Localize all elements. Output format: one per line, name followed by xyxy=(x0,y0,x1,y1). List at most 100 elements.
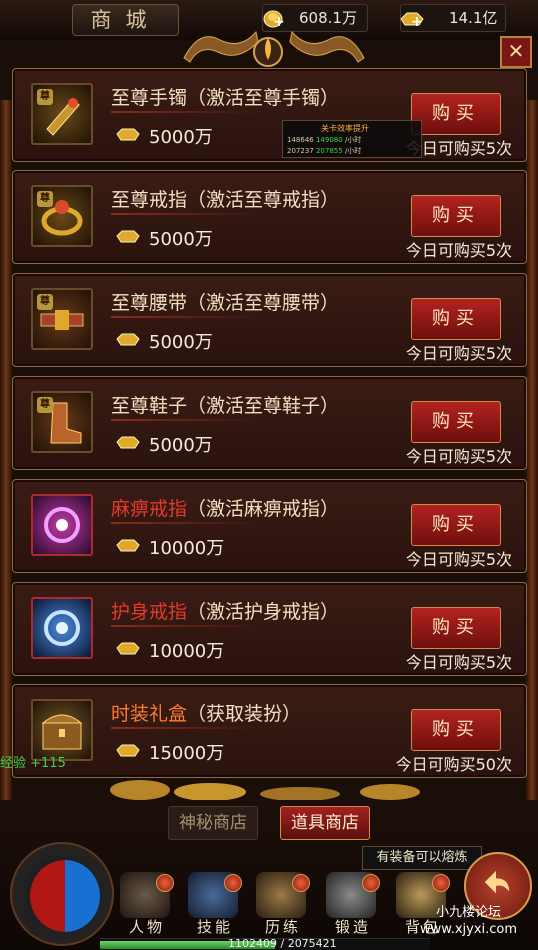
shop-item: 尊 至尊手镯（激活至尊手镯） 5000万 购买 今日可购买5次 xyxy=(12,68,527,162)
item-desc: （激活至尊戒指） xyxy=(187,189,340,211)
divider xyxy=(111,419,261,421)
item-icon-bracelet: 尊 xyxy=(31,83,93,145)
purchase-limit: 今日可购买5次 xyxy=(405,550,512,569)
popup-value-new: 207855 xyxy=(315,147,343,155)
popup-value-old: 148646 xyxy=(287,136,314,144)
item-price: 5000万 xyxy=(149,229,213,250)
gold-pile-icon xyxy=(110,780,420,801)
gold-ingot-icon xyxy=(116,436,140,449)
notification-dot xyxy=(156,874,174,892)
popup-unit: /小时 xyxy=(344,136,362,144)
item-icon-ring: 尊 xyxy=(31,185,93,247)
tab-mystery-shop[interactable]: 神秘商店 xyxy=(168,806,258,840)
close-button[interactable]: ✕ xyxy=(500,36,532,68)
item-desc: （激活至尊腰带） xyxy=(187,292,340,314)
treasure-chest-icon xyxy=(41,714,83,750)
nav-forge[interactable]: 锻造 xyxy=(322,872,380,936)
frame-border-right xyxy=(526,100,538,820)
purchase-limit: 今日可购买5次 xyxy=(405,241,512,260)
watermark-line2: www.xjyxi.com xyxy=(420,922,518,937)
item-icon-boots: 尊 xyxy=(31,391,93,453)
shop-item: 护身戒指（激活护身戒指） 10000万 购买 今日可购买5次 xyxy=(12,582,527,676)
buy-button[interactable]: 购买 xyxy=(411,607,501,649)
item-price: 10000万 xyxy=(149,641,225,662)
supreme-badge: 尊 xyxy=(37,89,53,105)
shop-item: 尊 至尊腰带（激活至尊腰带） 5000万 购买 今日可购买5次 xyxy=(12,273,527,367)
supreme-badge: 尊 xyxy=(37,294,53,310)
tab-item-shop[interactable]: 道具商店 xyxy=(280,806,370,840)
buy-button[interactable]: 购买 xyxy=(411,504,501,546)
item-name: 护身戒指 xyxy=(111,601,188,623)
nav-skills[interactable]: 技能 xyxy=(184,872,242,936)
smelt-hint: 有装备可以熔炼 xyxy=(362,846,482,870)
notification-dot xyxy=(224,874,242,892)
watermark-line1: 小九楼论坛 xyxy=(436,905,502,920)
nav-label: 人物 xyxy=(128,918,165,936)
popup-value-new: 149080 xyxy=(315,136,343,144)
divider xyxy=(111,625,261,627)
gold-ingot-icon xyxy=(116,128,140,141)
protection-ring-icon xyxy=(44,610,80,646)
item-name: 麻痹戒指 xyxy=(111,498,188,520)
buy-button[interactable]: 购买 xyxy=(411,195,501,237)
item-desc: （激活护身戒指） xyxy=(187,601,340,623)
divider xyxy=(111,727,261,729)
flame-emblem-icon xyxy=(253,37,283,67)
nav-label: 锻造 xyxy=(334,918,371,936)
purchase-limit: 今日可购买5次 xyxy=(405,344,512,363)
shop-item: 麻痹戒指（激活麻痹戒指） 10000万 购买 今日可购买5次 xyxy=(12,479,527,573)
item-icon-paralysis-ring xyxy=(31,494,93,556)
dragon-ornament-left-icon xyxy=(183,30,259,63)
purchase-limit: 今日可购买5次 xyxy=(405,653,512,672)
yin-yang-icon xyxy=(30,860,100,932)
item-name: 时装礼盒 xyxy=(111,703,188,725)
item-desc: （获取装扮） xyxy=(187,703,302,725)
notification-dot xyxy=(432,874,450,892)
buy-button[interactable]: 购买 xyxy=(411,93,501,135)
buy-button[interactable]: 购买 xyxy=(411,709,501,751)
shop-item: 尊 至尊戒指（激活至尊戒指） 5000万 购买 今日可购买5次 xyxy=(12,170,527,264)
item-name: 至尊手镯 xyxy=(111,87,188,109)
item-price: 5000万 xyxy=(149,127,213,148)
ingot-currency: + 14.1亿 xyxy=(400,4,506,32)
paralysis-ring-icon xyxy=(44,507,80,543)
item-icon-protection-ring xyxy=(31,597,93,659)
popup-unit: /小时 xyxy=(344,147,362,155)
buy-button[interactable]: 购买 xyxy=(411,401,501,443)
item-desc: （激活至尊鞋子） xyxy=(187,395,340,417)
divider xyxy=(111,111,261,113)
notification-dot xyxy=(362,874,380,892)
exp-gain-text: 经验 +115 xyxy=(0,756,66,771)
item-icon-belt: 尊 xyxy=(31,288,93,350)
item-price: 5000万 xyxy=(149,435,213,456)
supreme-badge: 尊 xyxy=(37,397,53,413)
gold-ingot-icon xyxy=(116,230,140,243)
divider xyxy=(111,316,261,318)
nav-label: 技能 xyxy=(196,918,233,936)
item-price: 10000万 xyxy=(149,538,225,559)
shop-item: 尊 至尊鞋子（激活至尊鞋子） 5000万 购买 今日可购买5次 xyxy=(12,376,527,470)
buy-button[interactable]: 购买 xyxy=(411,298,501,340)
item-name: 至尊鞋子 xyxy=(111,395,188,417)
popup-title: 关卡效率提升 xyxy=(321,124,369,133)
notification-dot xyxy=(292,874,310,892)
page-title: 商城 xyxy=(72,4,179,36)
item-price: 5000万 xyxy=(149,332,213,353)
supreme-badge: 尊 xyxy=(37,191,53,207)
gold-ingot-icon xyxy=(116,333,140,346)
nav-label: 历练 xyxy=(264,918,301,936)
purchase-limit: 今日可购买5次 xyxy=(405,447,512,466)
gold-ingot-icon xyxy=(116,642,140,655)
nav-training[interactable]: 历练 xyxy=(252,872,310,936)
xp-text: 1102409 / 2075421 xyxy=(228,937,337,950)
divider xyxy=(111,213,261,215)
item-name: 至尊腰带 xyxy=(111,292,188,314)
nav-character[interactable]: 人物 xyxy=(116,872,174,936)
watermark: 小九楼论坛 www.xjyxi.com xyxy=(420,904,517,938)
popup-value-old: 207237 xyxy=(287,147,314,155)
item-price: 15000万 xyxy=(149,743,225,764)
gold-ingot-icon xyxy=(116,744,140,757)
ingot-amount: 14.1亿 xyxy=(449,9,498,27)
item-desc: （激活至尊手镯） xyxy=(187,87,340,109)
add-ingot-icon[interactable]: + xyxy=(411,9,423,35)
